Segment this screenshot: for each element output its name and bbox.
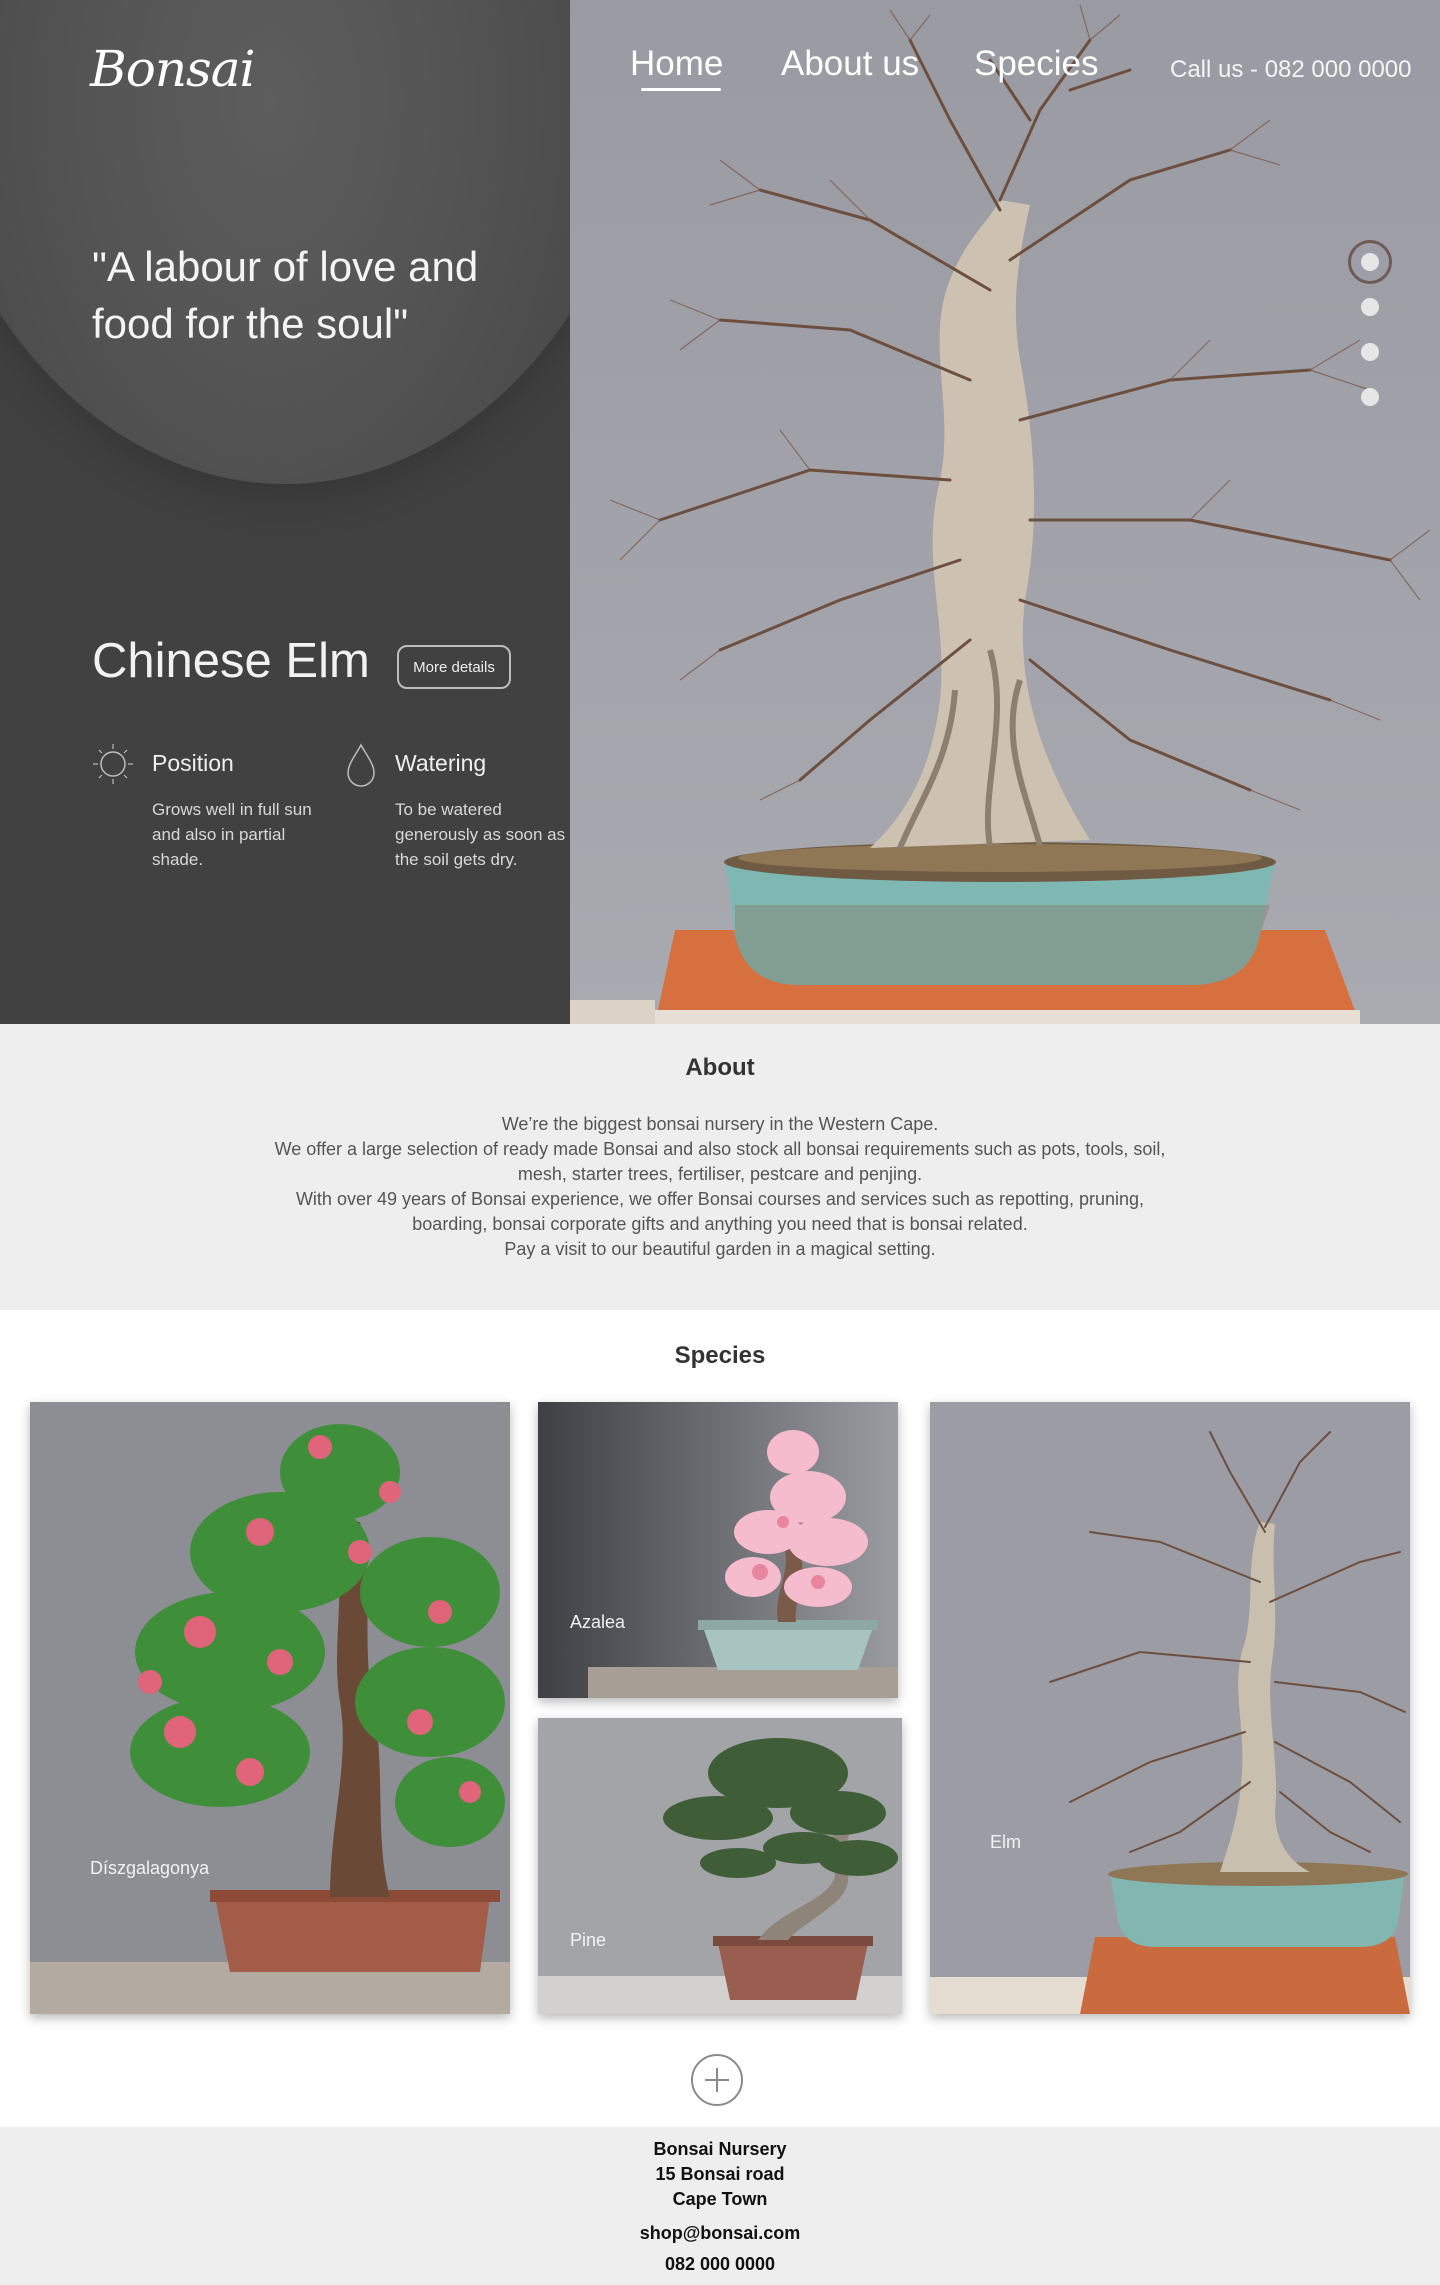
- species-title: Species: [674, 1342, 766, 1369]
- about-text: We’re the biggest bonsai nursery in the …: [0, 1112, 1440, 1262]
- footer-phone[interactable]: 082 000 0000: [0, 2254, 1440, 2275]
- azalea-image: [538, 1402, 898, 1698]
- footer-email-link[interactable]: shop@bonsai.com: [0, 2223, 1440, 2244]
- about-line: With over 49 years of Bonsai experience,…: [295, 1189, 1145, 1209]
- species-card-label: Pine: [570, 1930, 607, 1950]
- carousel-dot-1[interactable]: [1361, 253, 1379, 271]
- load-more-plus-icon[interactable]: [691, 2054, 743, 2106]
- footer-street: 15 Bonsai road: [655, 2164, 785, 2184]
- hero-section: Bonsai "A labour of love and food for th…: [0, 0, 1440, 1024]
- species-card-label: Azalea: [570, 1612, 626, 1632]
- nav-species[interactable]: Species: [974, 44, 1099, 84]
- nav-about-us[interactable]: About us: [781, 44, 919, 84]
- hero-info-panel: Bonsai "A labour of love and food for th…: [0, 0, 570, 1024]
- watering-text: To be watered generously as soon as the …: [395, 800, 566, 869]
- diszgalagonya-image: [30, 1402, 510, 2014]
- position-title: Position: [152, 750, 234, 776]
- footer-city: Cape Town: [672, 2189, 768, 2209]
- water-drop-icon: [347, 743, 375, 787]
- footer: Bonsai Nursery 15 Bonsai road Cape Town …: [0, 2127, 1440, 2285]
- footer-company-name: Bonsai Nursery: [653, 2139, 787, 2159]
- about-line: mesh, starter trees, fertiliser, pestcar…: [517, 1164, 923, 1184]
- about-line: boarding, bonsai corporate gifts and any…: [412, 1214, 1028, 1234]
- pine-image: [538, 1718, 902, 2014]
- about-line: We’re the biggest bonsai nursery in the …: [501, 1114, 939, 1134]
- chinese-elm-bonsai-image: [570, 4, 1431, 1024]
- nav-active-underline: [641, 88, 721, 91]
- position-text: Grows well in full sun and also in parti…: [152, 800, 312, 869]
- sun-icon: [93, 744, 133, 784]
- species-card-label: Díszgalagonya: [90, 1858, 210, 1878]
- elm-image: [930, 1402, 1410, 2014]
- call-us-phone[interactable]: Call us - 082 000 0000: [1170, 56, 1412, 84]
- watering-title: Watering: [395, 750, 487, 776]
- carousel-dots: [1348, 240, 1392, 410]
- about-line: Pay a visit to our beautiful garden in a…: [504, 1239, 936, 1259]
- species-card-azalea[interactable]: Azalea: [538, 1402, 898, 1698]
- more-details-button[interactable]: More details: [397, 645, 511, 689]
- carousel-dot-4[interactable]: [1361, 388, 1379, 406]
- species-card-pine[interactable]: Pine: [538, 1718, 902, 2014]
- about-title: About: [685, 1054, 755, 1081]
- hero-quote: "A labour of love and food for the soul": [92, 243, 479, 347]
- hero-photo: [570, 0, 1440, 1024]
- carousel-dot-2[interactable]: [1361, 298, 1379, 316]
- featured-species-name: Chinese Elm: [92, 634, 370, 688]
- about-section: About We’re the biggest bonsai nursery i…: [0, 1024, 1440, 1310]
- about-line: We offer a large selection of ready made…: [274, 1139, 1166, 1159]
- species-card-diszgalagonya[interactable]: Díszgalagonya: [30, 1402, 510, 2014]
- species-card-elm[interactable]: Elm: [930, 1402, 1410, 2014]
- species-card-label: Elm: [990, 1832, 1021, 1852]
- logo[interactable]: Bonsai: [90, 40, 256, 98]
- carousel-dot-3[interactable]: [1361, 343, 1379, 361]
- nav-home[interactable]: Home: [630, 44, 723, 84]
